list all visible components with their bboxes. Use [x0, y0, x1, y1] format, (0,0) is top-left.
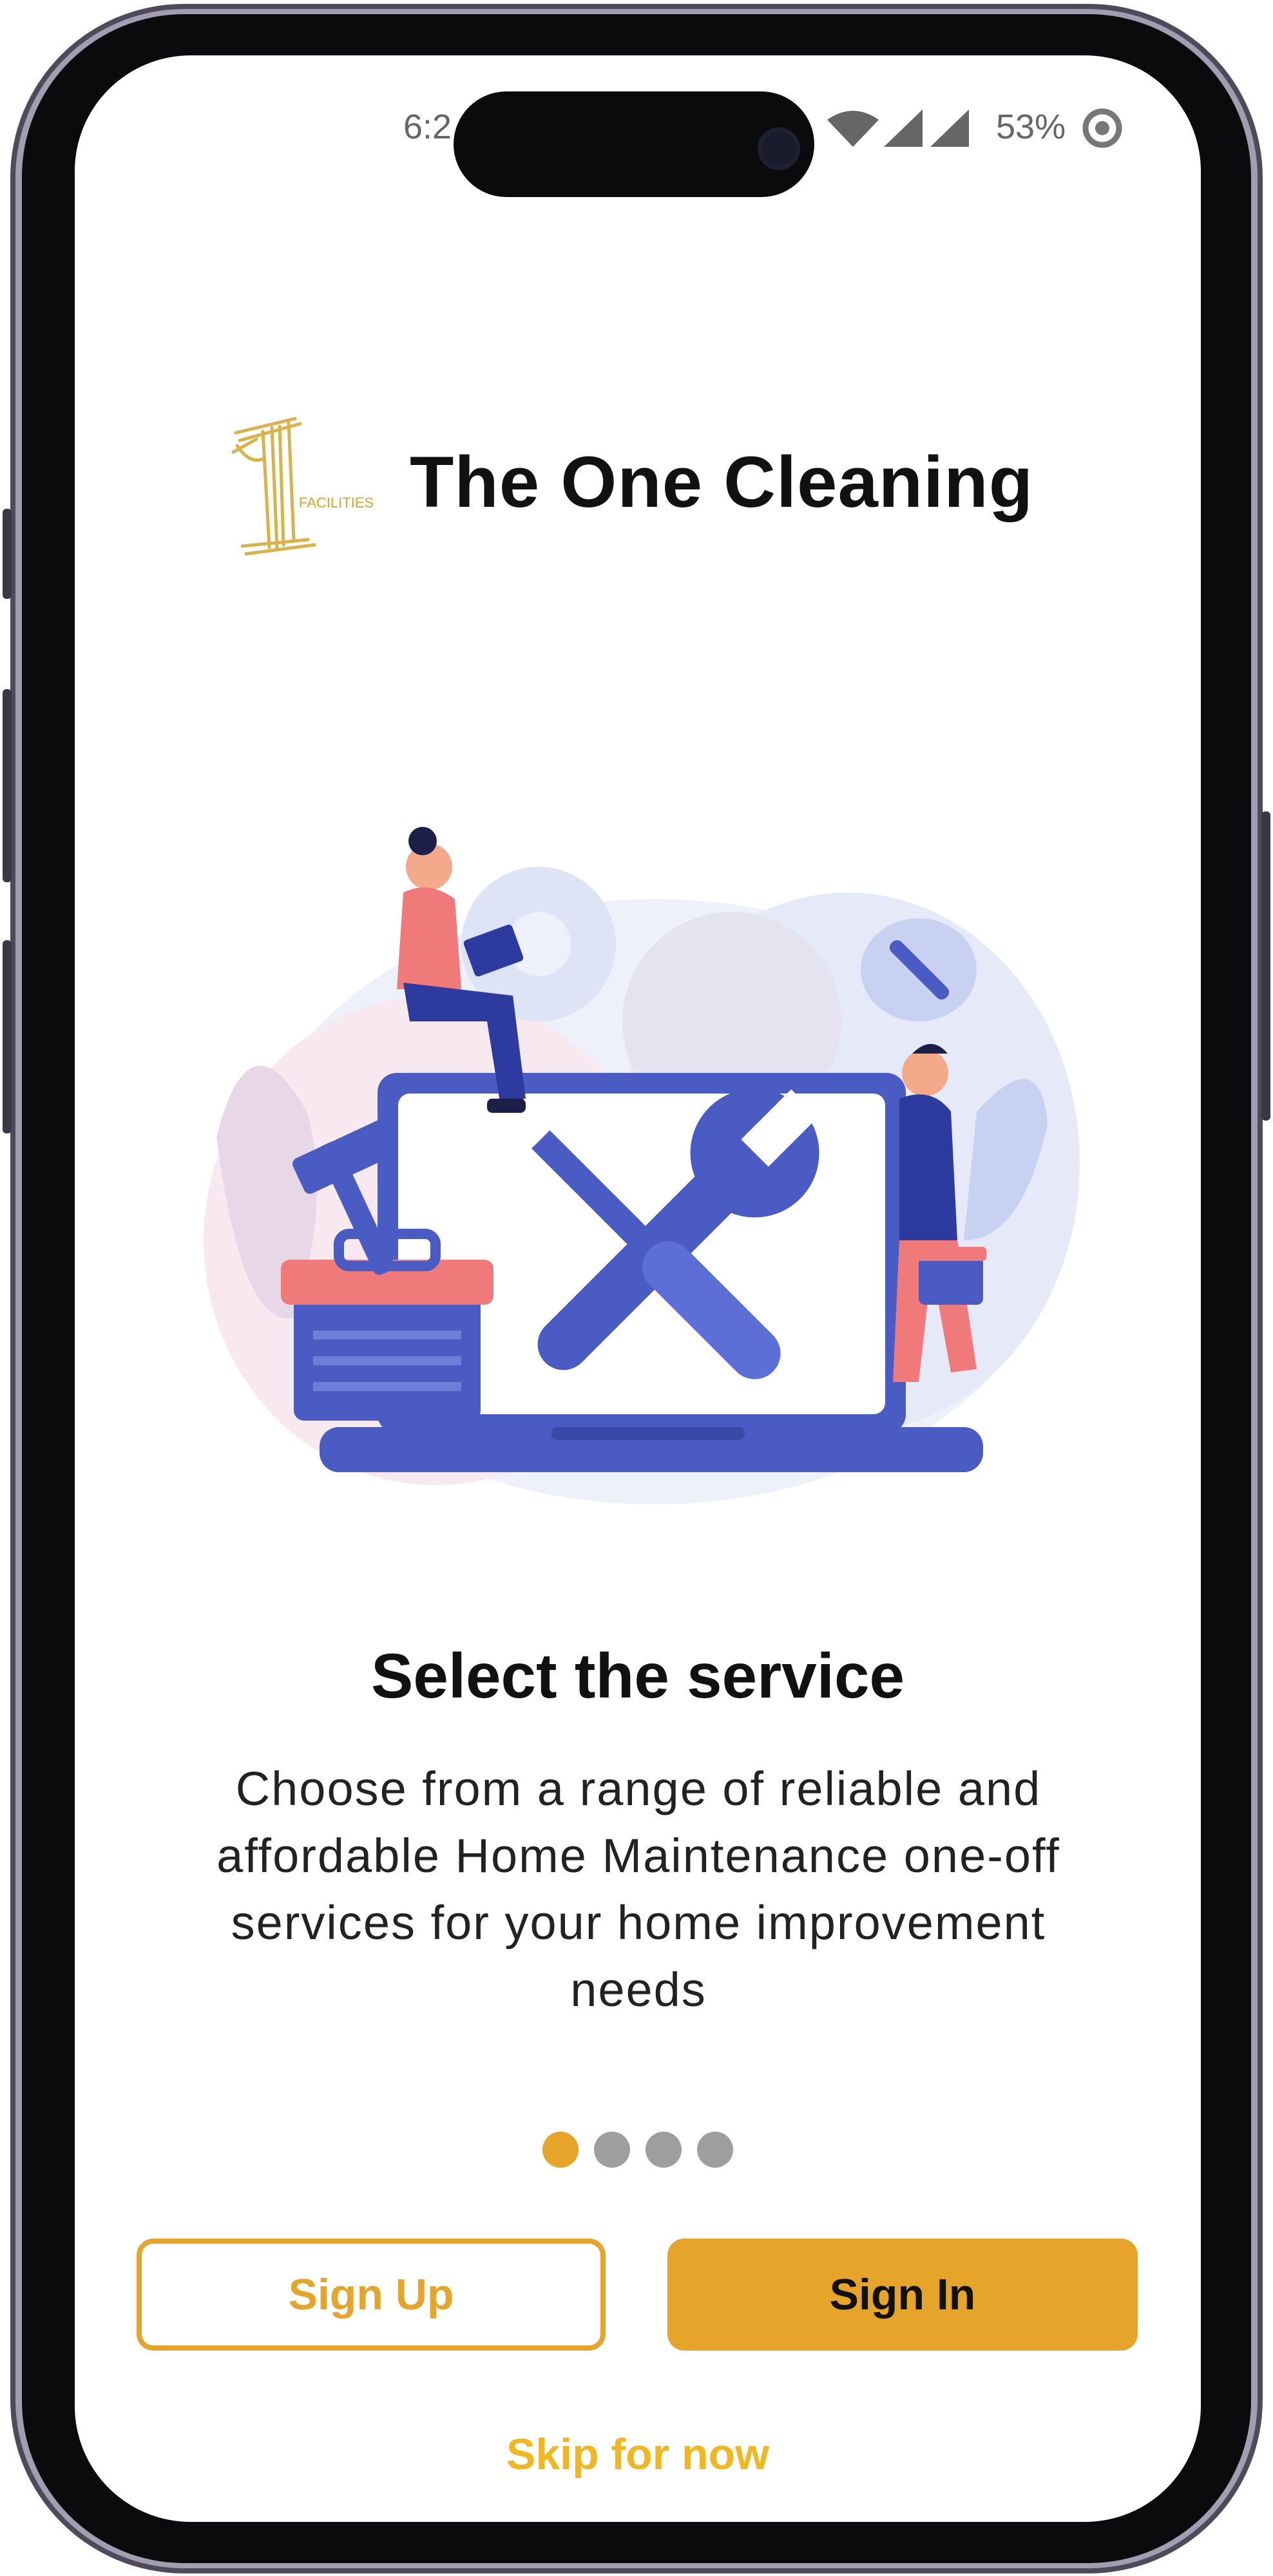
repair-tools-laptop-illustration	[204, 827, 1080, 1504]
pagination-dots	[75, 2132, 1201, 2168]
power-button	[1261, 811, 1270, 1121]
wrench-bubble-icon	[861, 918, 977, 1021]
battery-ring-icon	[1082, 108, 1122, 148]
app-screen: 6:2 53% FACILITIES The One Cleaning Sele…	[75, 55, 1201, 2522]
front-camera	[758, 128, 800, 170]
brand-logo-text: FACILITIES	[299, 495, 374, 511]
wifi-icon	[827, 111, 879, 147]
pagination-dot[interactable]	[594, 2132, 630, 2168]
sign-in-button[interactable]: Sign In	[667, 2239, 1138, 2351]
status-icons	[827, 109, 969, 147]
volume-down-button	[3, 940, 12, 1133]
action-button	[3, 509, 12, 599]
skip-link[interactable]: Skip for now	[75, 2429, 1201, 2479]
pagination-dot[interactable]	[542, 2132, 579, 2168]
brand-name: The One Cleaning	[410, 442, 1034, 522]
volume-up-button	[3, 689, 12, 882]
brand-logo: FACILITIES	[231, 417, 374, 556]
status-bar: 6:2 53%	[75, 55, 1201, 210]
pagination-dot[interactable]	[646, 2132, 682, 2168]
status-time: 6:2	[403, 108, 452, 146]
sign-up-button[interactable]: Sign Up	[137, 2239, 606, 2351]
slide-description: Choose from a range of reliable and affo…	[216, 1762, 1060, 2016]
signal-icon	[930, 109, 969, 147]
slide-title: Select the service	[370, 1640, 905, 1711]
battery-percentage: 53%	[996, 108, 1066, 146]
pagination-dot[interactable]	[697, 2132, 733, 2168]
signal-icon	[884, 109, 923, 147]
